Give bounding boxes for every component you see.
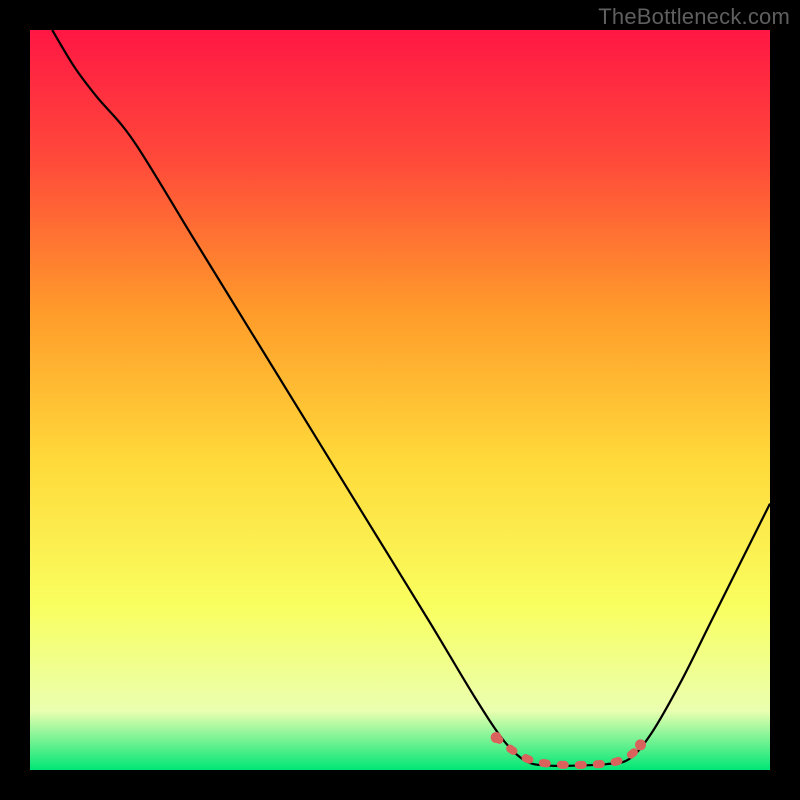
watermark-text: TheBottleneck.com: [598, 4, 790, 30]
chart-frame: TheBottleneck.com: [0, 0, 800, 800]
plot-area: [30, 30, 770, 770]
bottleneck-chart: [0, 0, 800, 800]
